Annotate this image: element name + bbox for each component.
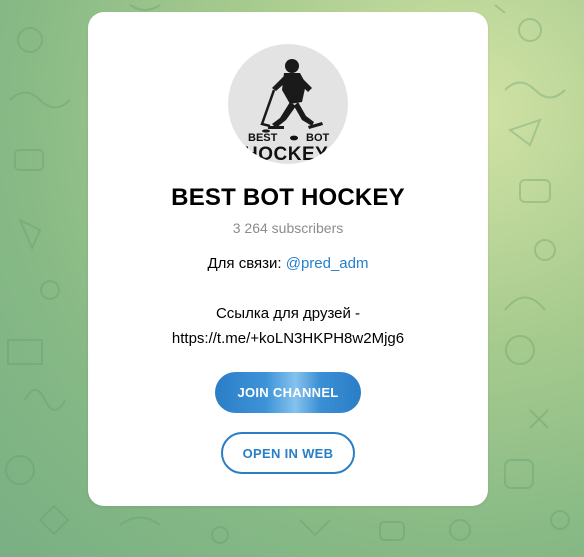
hockey-player-logo: BEST BOT HOCKEY bbox=[244, 59, 330, 164]
svg-text:BOT: BOT bbox=[306, 132, 330, 144]
description-spacer bbox=[88, 276, 488, 301]
channel-card: BEST BOT HOCKEY BEST BOT HOCKEY 3 264 su… bbox=[88, 12, 488, 506]
svg-text:HOCKEY: HOCKEY bbox=[244, 144, 328, 164]
open-in-web-button[interactable]: OPEN IN WEB bbox=[221, 432, 355, 474]
contact-handle-link[interactable]: @pred_adm bbox=[286, 255, 369, 272]
contact-line: Для связи: @pred_adm bbox=[88, 251, 488, 276]
channel-avatar: BEST BOT HOCKEY bbox=[228, 44, 348, 164]
subscriber-count: 3 264 subscribers bbox=[232, 220, 344, 236]
contact-label: Для связи: bbox=[207, 255, 286, 272]
join-channel-button[interactable]: JOIN CHANNEL bbox=[215, 372, 361, 413]
svg-text:BEST: BEST bbox=[248, 132, 278, 144]
friends-link: https://t.me/+koLN3HKPH8w2Mjg6 bbox=[171, 330, 405, 347]
friends-label: Ссылка для друзей - bbox=[215, 305, 361, 322]
channel-title: BEST BOT HOCKEY bbox=[171, 184, 405, 211]
channel-description: Для связи: @pred_adm Ссылка для друзей -… bbox=[88, 251, 488, 351]
